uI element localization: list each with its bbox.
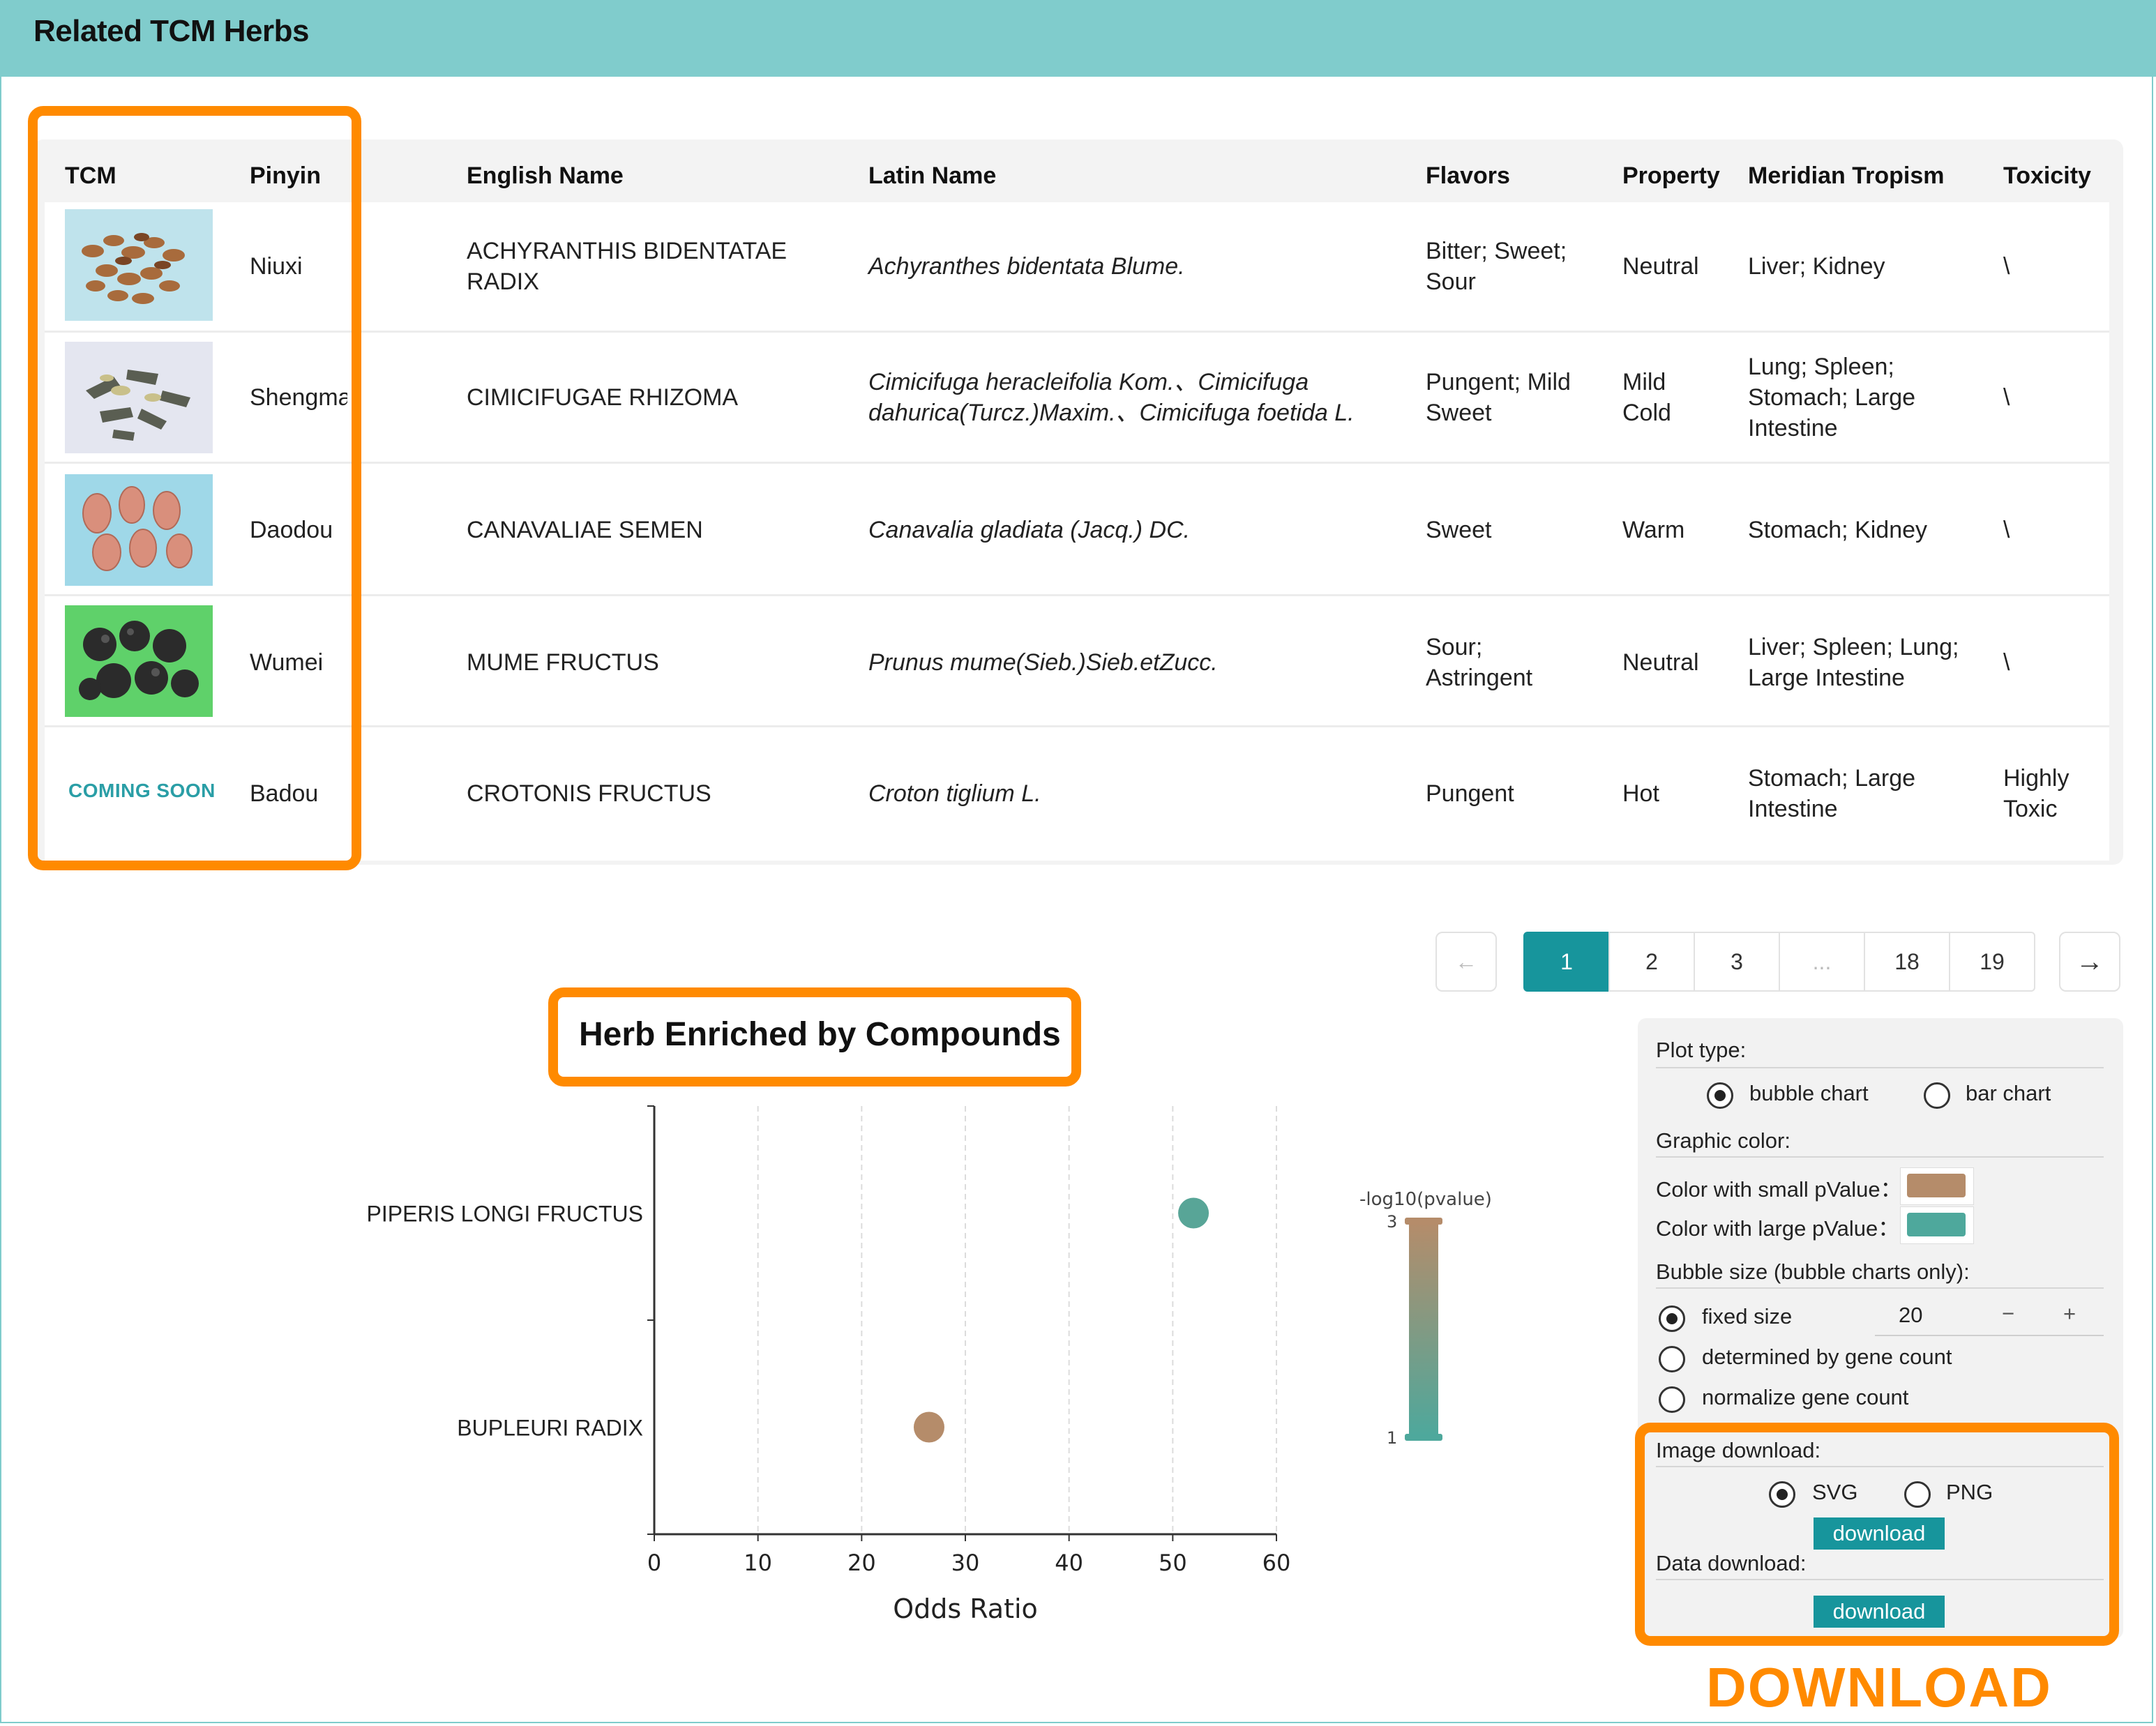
- highlight-box-download: [1635, 1423, 2119, 1646]
- section-title: Related TCM Herbs: [33, 14, 309, 48]
- graphic-color-label: Graphic color:: [1656, 1128, 1791, 1153]
- column-header-flavors[interactable]: Flavors: [1426, 162, 1510, 190]
- pagination-page-1[interactable]: 1: [1523, 932, 1610, 992]
- cell-flavors: Sweet: [1426, 517, 1492, 543]
- colorbar-min-label: 1: [1387, 1428, 1397, 1448]
- pagination-next-button[interactable]: →: [2059, 932, 2120, 992]
- data-point-bubble: [913, 1411, 944, 1443]
- x-tick-label: 0: [647, 1550, 661, 1576]
- pagination-page-2[interactable]: 2: [1608, 932, 1695, 992]
- colorbar-top-cap: [1405, 1218, 1442, 1225]
- cell-latin-name: Croton tiglium L.: [868, 780, 1041, 807]
- cell-property: Neutral: [1622, 253, 1699, 280]
- cell-english-name: CANAVALIAE SEMEN: [467, 517, 703, 543]
- cell-latin-name: Achyranthes bidentata Blume.: [868, 253, 1185, 280]
- radio-bar-chart[interactable]: [1924, 1082, 1950, 1109]
- color-swatch-small-pvalue[interactable]: [1907, 1174, 1966, 1197]
- cell-latin-name: Canavalia gladiata (Jacq.) DC.: [868, 517, 1191, 543]
- cell-meridian: Stomach; Large Intestine: [1748, 765, 1916, 822]
- x-tick-label: 60: [1262, 1550, 1291, 1576]
- x-tick-label: 40: [1055, 1550, 1083, 1576]
- cell-english-name: CIMICIFUGAE RHIZOMA: [467, 384, 739, 411]
- colorbar-max-label: 3: [1387, 1212, 1397, 1232]
- cell-english-name: ACHYRANTHIS BIDENTATAE RADIX: [467, 238, 787, 295]
- download-annotation: DOWNLOAD: [1706, 1656, 2052, 1718]
- pagination-page-3[interactable]: 3: [1694, 932, 1780, 992]
- section-header: Related TCM Herbs: [0, 0, 2156, 77]
- cell-flavors: Pungent: [1426, 780, 1514, 807]
- color-swatch-large-pvalue[interactable]: [1907, 1213, 1966, 1236]
- cell-english-name: MUME FRUCTUS: [467, 649, 659, 676]
- divider: [1656, 1067, 2104, 1068]
- column-header-property[interactable]: Property: [1622, 162, 1720, 190]
- radio-bubble-chart[interactable]: [1707, 1082, 1733, 1109]
- cell-property: Neutral: [1622, 649, 1699, 676]
- cell-flavors: Bitter; Sweet; Sour: [1426, 238, 1567, 295]
- y-category-label: BUPLEURI RADIX: [457, 1416, 643, 1441]
- fixed-size-input[interactable]: 20: [1899, 1303, 1922, 1328]
- color-large-pvalue-label: Color with large pValue：: [1656, 1216, 1900, 1241]
- y-category-label: PIPERIS LONGI FRUCTUS: [367, 1202, 644, 1227]
- x-tick-label: 30: [951, 1550, 980, 1576]
- cell-meridian: Liver; Spleen; Lung; Large Intestine: [1748, 634, 1959, 691]
- pagination-ellipsis[interactable]: ...: [1779, 932, 1865, 992]
- radio-normalize-gene-count[interactable]: [1659, 1386, 1685, 1413]
- x-tick-label: 20: [847, 1550, 876, 1576]
- column-header-latin-name[interactable]: Latin Name: [868, 162, 996, 190]
- divider: [1656, 1156, 2104, 1158]
- cell-toxicity: Highly Toxic: [2003, 765, 2070, 822]
- x-tick-label: 10: [744, 1550, 772, 1576]
- highlight-box-chart-title: [548, 987, 1081, 1087]
- cell-property: Mild Cold: [1622, 369, 1671, 426]
- cell-toxicity: \: [2003, 253, 2010, 280]
- cell-meridian: Lung; Spleen; Stomach; Large Intestine: [1748, 354, 1916, 441]
- radio-fixed-size-label[interactable]: fixed size: [1702, 1304, 1792, 1329]
- cell-meridian: Stomach; Kidney: [1748, 517, 1928, 543]
- radio-fixed-size[interactable]: [1659, 1305, 1685, 1332]
- bubble-chart: PIPERIS LONGI FRUCTUS BUPLEURI RADIX 0 10 2…: [367, 1105, 1492, 1624]
- plot-type-label: Plot type:: [1656, 1038, 1747, 1062]
- column-header-english-name[interactable]: English Name: [467, 162, 624, 190]
- column-header-toxicity[interactable]: Toxicity: [2003, 162, 2091, 190]
- size-increment-button[interactable]: +: [2063, 1301, 2076, 1326]
- cell-toxicity: \: [2003, 649, 2010, 676]
- cell-toxicity: \: [2003, 517, 2010, 543]
- cell-english-name: CROTONIS FRUCTUS: [467, 780, 711, 807]
- cell-meridian: Liver; Kidney: [1748, 253, 1885, 280]
- radio-normalize-gene-count-label[interactable]: normalize gene count: [1702, 1385, 1908, 1410]
- divider: [1656, 1287, 2104, 1289]
- highlight-box-tcm-pinyin: [28, 106, 361, 870]
- pagination-page-19[interactable]: 19: [1949, 932, 2035, 992]
- pagination-page-18[interactable]: 18: [1864, 932, 1950, 992]
- radio-determined-by-gene-count-label[interactable]: determined by gene count: [1702, 1345, 1952, 1370]
- cell-toxicity: \: [2003, 384, 2010, 411]
- cell-latin-name: Cimicifuga heracleifolia Kom.、Cimicifuga…: [868, 369, 1355, 426]
- radio-determined-by-gene-count[interactable]: [1659, 1346, 1685, 1372]
- color-small-pvalue-label: Color with small pValue：: [1656, 1177, 1902, 1202]
- size-decrement-button[interactable]: −: [2002, 1301, 2014, 1326]
- cell-property: Hot: [1622, 780, 1659, 807]
- x-tick-label: 50: [1159, 1550, 1187, 1576]
- cell-flavors: Pungent; Mild Sweet: [1426, 369, 1571, 426]
- stepper-underline: [1875, 1335, 2104, 1336]
- data-point-bubble: [1178, 1197, 1209, 1229]
- colorbar-label: -log10(pvalue): [1359, 1189, 1492, 1210]
- cell-latin-name: Prunus mume(Sieb.)Sieb.etZucc.: [868, 649, 1218, 676]
- column-header-meridian-tropism[interactable]: Meridian Tropism: [1748, 162, 1945, 190]
- pagination-prev-button[interactable]: ←: [1435, 932, 1497, 992]
- colorbar-gradient: [1409, 1222, 1438, 1435]
- cell-flavors: Sour; Astringent: [1426, 634, 1533, 691]
- radio-bar-chart-label[interactable]: bar chart: [1966, 1081, 2051, 1106]
- cell-property: Warm: [1622, 517, 1685, 543]
- radio-bubble-chart-label[interactable]: bubble chart: [1749, 1081, 1869, 1106]
- bubble-size-label: Bubble size (bubble charts only):: [1656, 1259, 1970, 1284]
- colorbar-bottom-cap: [1405, 1434, 1442, 1441]
- x-axis-label: Odds Ratio: [893, 1593, 1038, 1624]
